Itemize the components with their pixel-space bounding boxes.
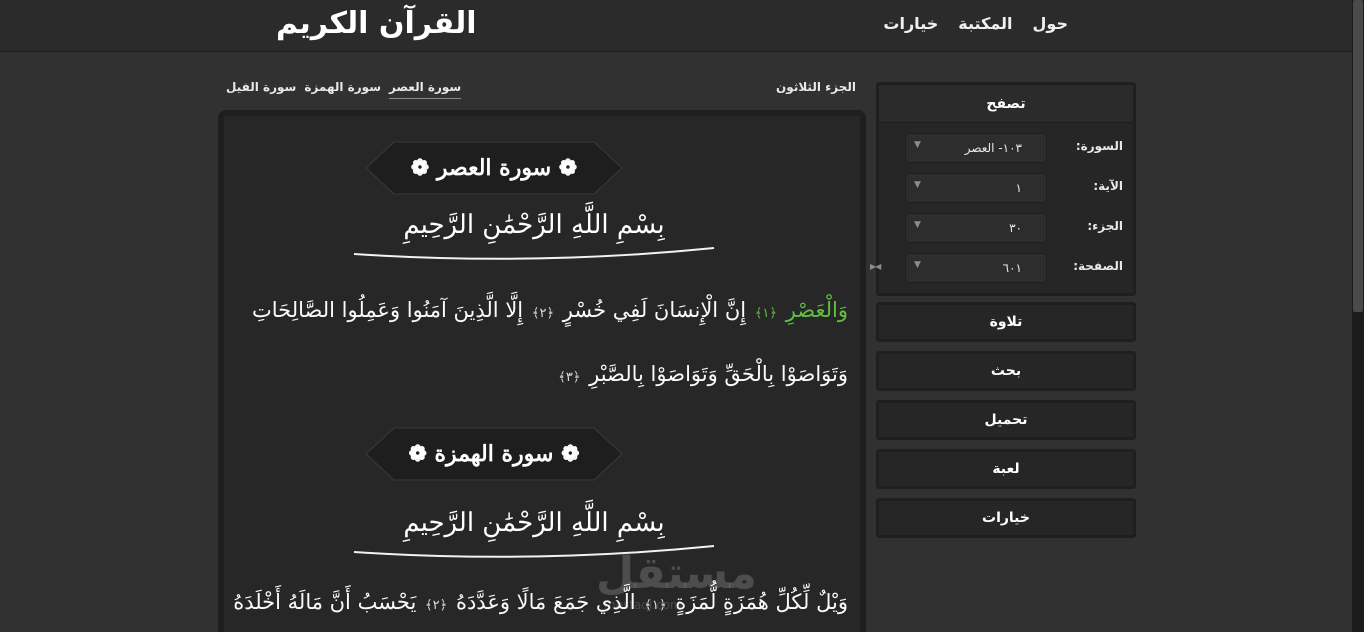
ayah-field: الآية: ١ ▼ bbox=[883, 173, 1123, 203]
surah-field: السورة: ١٠٣- العصر ▼ bbox=[883, 133, 1123, 163]
surah-header-asr: ❁ سورة العصر ❁ bbox=[344, 138, 644, 198]
tab-surah-asr[interactable]: سورة العصر bbox=[389, 80, 462, 99]
chevron-down-icon: ▼ bbox=[914, 220, 921, 230]
page-label: الصفحة: bbox=[1073, 259, 1123, 273]
ornament-right-icon: ❁ bbox=[408, 441, 435, 467]
quran-reader: ❁ سورة العصر ❁ بِسْمِ اللَّهِ الرَّحْمَٰ… bbox=[218, 110, 866, 632]
surah-select[interactable]: ١٠٣- العصر ▼ bbox=[905, 133, 1047, 163]
page-field: الصفحة: ٦٠١ ▼ ◀▶ bbox=[870, 253, 1123, 283]
ayah-label: الآية: bbox=[1093, 179, 1123, 193]
ayah-number-mark[interactable]: ﴿٣﴾ bbox=[556, 370, 582, 385]
scrollbar-thumb[interactable] bbox=[1353, 0, 1363, 312]
tab-surah-fil[interactable]: سورة الفيل bbox=[226, 80, 296, 99]
breadcrumb: الجزء الثلاثون سورة العصر سورة الهمزة سو… bbox=[226, 78, 856, 104]
ayah-number-mark[interactable]: ﴿٢﴾ bbox=[423, 598, 449, 613]
surah-name: ❁ سورة الهمزة ❁ bbox=[408, 441, 580, 467]
main-nav: حول المكتبة خيارات bbox=[883, 14, 1068, 33]
basmala: بِسْمِ اللَّهِ الرَّحْمَٰنِ الرَّحِيمِ bbox=[334, 210, 734, 262]
chevron-down-icon: ▼ bbox=[914, 180, 921, 190]
ayah-select[interactable]: ١ ▼ bbox=[905, 173, 1047, 203]
verse-text[interactable]: يَحْسَبُ أَنَّ مَالَهُ أَخْلَدَهُ bbox=[233, 590, 416, 614]
ayah-number-mark[interactable]: ﴿١﴾ bbox=[753, 306, 779, 321]
game-button[interactable]: لعبة bbox=[876, 449, 1136, 489]
surah-tabs: سورة العصر سورة الهمزة سورة الفيل bbox=[226, 80, 462, 99]
chevron-down-icon: ▼ bbox=[914, 140, 921, 150]
ornament-right-icon: ❁ bbox=[410, 155, 437, 181]
download-button[interactable]: تحميل bbox=[876, 400, 1136, 440]
verse-line: وَالْعَصْرِ ﴿١﴾ إِنَّ الْإِنسَانَ لَفِي … bbox=[234, 294, 848, 330]
page-arrows-icon[interactable]: ◀▶ bbox=[870, 262, 881, 271]
basmala-underline bbox=[353, 545, 715, 558]
ayah-number-mark[interactable]: ﴿٢﴾ bbox=[530, 306, 556, 321]
options-button[interactable]: خيارات bbox=[876, 498, 1136, 538]
ornament-left-icon: ❁ bbox=[553, 441, 580, 467]
verse-line: وَيْلٌ لِّكُلِّ هُمَزَةٍ لُّمَزَةٍ ﴿١﴾ ا… bbox=[233, 586, 848, 622]
juz-label: الجزء الثلاثون bbox=[776, 80, 856, 94]
verse-text[interactable]: إِنَّ الْإِنسَانَ لَفِي خُسْرٍ bbox=[563, 298, 746, 322]
surah-name: ❁ سورة العصر ❁ bbox=[410, 155, 578, 181]
basmala-underline bbox=[353, 247, 715, 260]
chevron-down-icon: ▼ bbox=[914, 260, 921, 270]
page-select[interactable]: ٦٠١ ▼ ◀▶ bbox=[870, 253, 1047, 283]
search-button[interactable]: بحث bbox=[876, 351, 1136, 391]
ornament-left-icon: ❁ bbox=[551, 155, 578, 181]
page-scrollbar[interactable] bbox=[1352, 0, 1364, 632]
verse-text-selected[interactable]: وَالْعَصْرِ bbox=[786, 298, 848, 322]
surah-header-humazah: ❁ سورة الهمزة ❁ bbox=[344, 424, 644, 484]
site-title[interactable]: القرآن الكريم bbox=[276, 6, 477, 41]
tab-surah-humazah[interactable]: سورة الهمزة bbox=[304, 80, 381, 99]
verse-line: وَتَوَاصَوْا بِالْحَقِّ وَتَوَاصَوْا بِا… bbox=[234, 358, 848, 394]
browse-title: تصفح bbox=[879, 85, 1133, 123]
ayah-number-mark[interactable]: ﴿١﴾ bbox=[642, 598, 668, 613]
browse-panel: تصفح السورة: ١٠٣- العصر ▼ الآية: ١ ▼ الج… bbox=[870, 82, 1136, 296]
verse-text[interactable]: الَّذِي جَمَعَ مَالًا وَعَدَّدَهُ bbox=[456, 590, 636, 614]
top-bar: حول المكتبة خيارات القرآن الكريم bbox=[0, 0, 1364, 52]
nav-options-link[interactable]: خيارات bbox=[883, 14, 938, 33]
juz-field: الجزء: ٣٠ ▼ bbox=[883, 213, 1123, 243]
nav-about-link[interactable]: حول bbox=[1033, 14, 1068, 33]
verse-text[interactable]: وَيْلٌ لِّكُلِّ هُمَزَةٍ لُّمَزَةٍ bbox=[675, 590, 848, 614]
verse-text[interactable]: وَتَوَاصَوْا بِالْحَقِّ وَتَوَاصَوْا بِا… bbox=[589, 362, 848, 386]
verse-text[interactable]: إِلَّا الَّذِينَ آمَنُوا وَعَمِلُوا الصَ… bbox=[252, 298, 523, 322]
surah-label: السورة: bbox=[1075, 139, 1123, 153]
juz-select[interactable]: ٣٠ ▼ bbox=[905, 213, 1047, 243]
nav-library-link[interactable]: المكتبة bbox=[958, 14, 1012, 33]
recitation-button[interactable]: تلاوة bbox=[876, 302, 1136, 342]
basmala: بِسْمِ اللَّهِ الرَّحْمَٰنِ الرَّحِيمِ bbox=[334, 508, 734, 560]
juz-label: الجزء: bbox=[1087, 219, 1123, 233]
